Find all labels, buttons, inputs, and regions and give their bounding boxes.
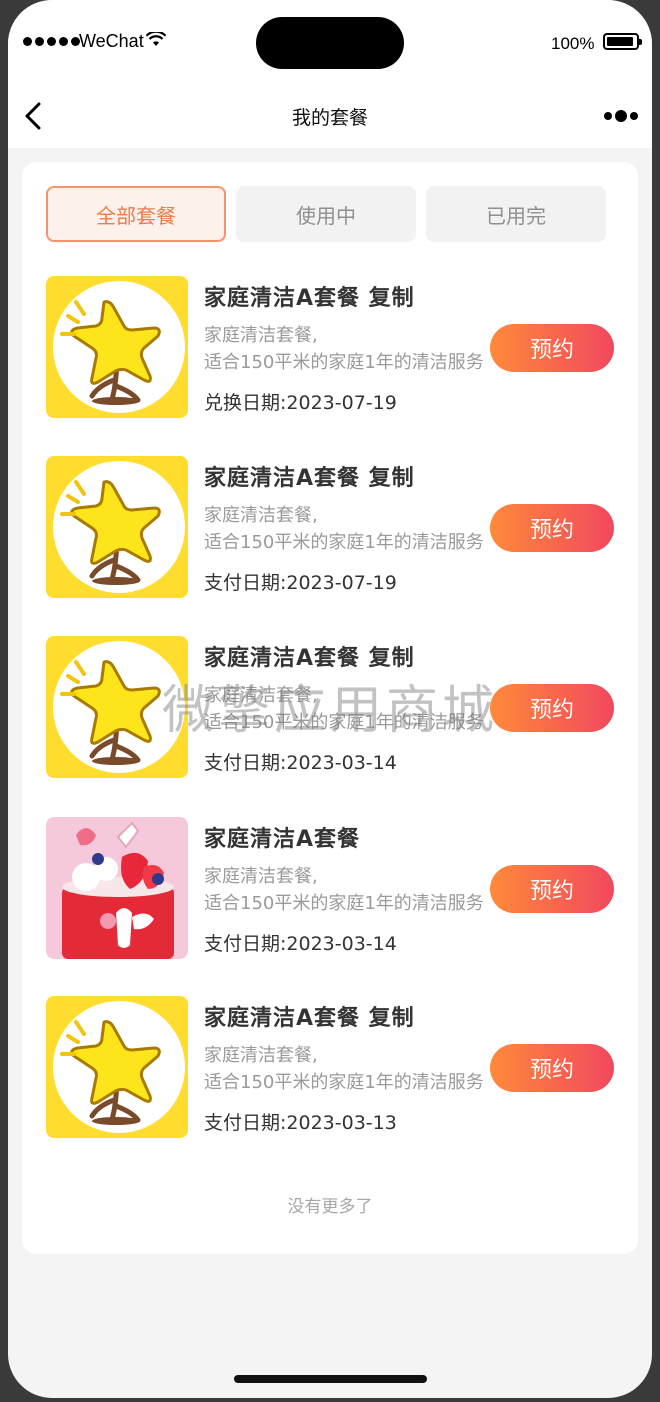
strawberry-cake-photo	[46, 817, 188, 959]
book-button[interactable]: 预约	[490, 865, 614, 913]
signal-icon	[23, 37, 80, 46]
item-date: 支付日期:2023-03-14	[204, 752, 397, 774]
battery-icon	[603, 33, 642, 50]
item-description: 家庭清洁套餐, 适合150平米的家庭1年的清洁服务	[204, 863, 486, 917]
home-indicator[interactable]	[234, 1375, 427, 1383]
book-button[interactable]: 预约	[490, 1044, 614, 1092]
item-description: 家庭清洁套餐, 适合150平米的家庭1年的清洁服务	[204, 322, 486, 376]
tab-used-up[interactable]: 已用完	[426, 186, 606, 242]
item-title: 家庭清洁A套餐 复制	[204, 286, 415, 311]
tab-all-packages[interactable]: 全部套餐	[46, 186, 226, 242]
item-description: 家庭清洁套餐, 适合150平米的家庭1年的清洁服务	[204, 682, 486, 736]
star-tree-icon	[46, 456, 188, 598]
dynamic-island	[256, 17, 404, 69]
item-date: 兑换日期:2023-07-19	[204, 392, 397, 414]
battery-percent: 100%	[551, 34, 595, 53]
item-description: 家庭清洁套餐, 适合150平米的家庭1年的清洁服务	[204, 502, 486, 556]
book-button[interactable]: 预约	[490, 684, 614, 732]
star-tree-icon	[46, 276, 188, 418]
more-menu-icon[interactable]	[604, 110, 638, 122]
no-more-text: 没有更多了	[287, 1197, 373, 1217]
nav-bar: 我的套餐	[8, 84, 652, 148]
item-title: 家庭清洁A套餐 复制	[204, 466, 415, 491]
screen: WeChat 100% 我的套餐 全部套餐 使用中 已用完 家庭清洁A套餐 复制…	[8, 0, 652, 1398]
book-button[interactable]: 预约	[490, 504, 614, 552]
page-title: 我的套餐	[291, 107, 368, 129]
carrier-label: WeChat	[79, 31, 144, 51]
description-line-1: 家庭清洁套餐,	[204, 866, 318, 887]
item-date: 支付日期:2023-03-13	[204, 1112, 397, 1134]
description-line-2: 适合150平米的家庭1年的清洁服务	[204, 352, 484, 373]
item-description: 家庭清洁套餐, 适合150平米的家庭1年的清洁服务	[204, 1042, 486, 1096]
status-bar: WeChat 100%	[8, 0, 652, 84]
item-title: 家庭清洁A套餐 复制	[204, 646, 415, 671]
wifi-icon	[146, 32, 166, 46]
star-tree-icon	[46, 996, 188, 1138]
star-tree-icon	[46, 636, 188, 778]
item-date: 支付日期:2023-03-14	[204, 933, 397, 955]
list-item[interactable]: 家庭清洁A套餐 家庭清洁套餐, 适合150平米的家庭1年的清洁服务 支付日期:2…	[46, 817, 616, 959]
phone-frame: WeChat 100% 我的套餐 全部套餐 使用中 已用完 家庭清洁A套餐 复制…	[0, 0, 660, 1402]
description-line-1: 家庭清洁套餐,	[204, 505, 318, 526]
book-button[interactable]: 预约	[490, 324, 614, 372]
description-line-1: 家庭清洁套餐,	[204, 685, 318, 706]
description-line-2: 适合150平米的家庭1年的清洁服务	[204, 532, 484, 553]
list-item[interactable]: 家庭清洁A套餐 复制 家庭清洁套餐, 适合150平米的家庭1年的清洁服务 支付日…	[46, 456, 616, 598]
description-line-1: 家庭清洁套餐,	[204, 325, 318, 346]
item-date: 支付日期:2023-07-19	[204, 572, 397, 594]
tab-in-use[interactable]: 使用中	[236, 186, 416, 242]
description-line-2: 适合150平米的家庭1年的清洁服务	[204, 1072, 484, 1093]
package-list-card: 全部套餐 使用中 已用完 家庭清洁A套餐 复制 家庭清洁套餐, 适合150平米的…	[22, 162, 638, 1254]
description-line-1: 家庭清洁套餐,	[204, 1045, 318, 1066]
list-item[interactable]: 家庭清洁A套餐 复制 家庭清洁套餐, 适合150平米的家庭1年的清洁服务 支付日…	[46, 636, 616, 778]
list-item[interactable]: 家庭清洁A套餐 复制 家庭清洁套餐, 适合150平米的家庭1年的清洁服务 兑换日…	[46, 276, 616, 418]
description-line-2: 适合150平米的家庭1年的清洁服务	[204, 893, 484, 914]
description-line-2: 适合150平米的家庭1年的清洁服务	[204, 712, 484, 733]
list-item[interactable]: 家庭清洁A套餐 复制 家庭清洁套餐, 适合150平米的家庭1年的清洁服务 支付日…	[46, 996, 616, 1138]
item-title: 家庭清洁A套餐	[204, 827, 361, 852]
filter-tabs: 全部套餐 使用中 已用完	[46, 186, 606, 242]
item-title: 家庭清洁A套餐 复制	[204, 1006, 415, 1031]
